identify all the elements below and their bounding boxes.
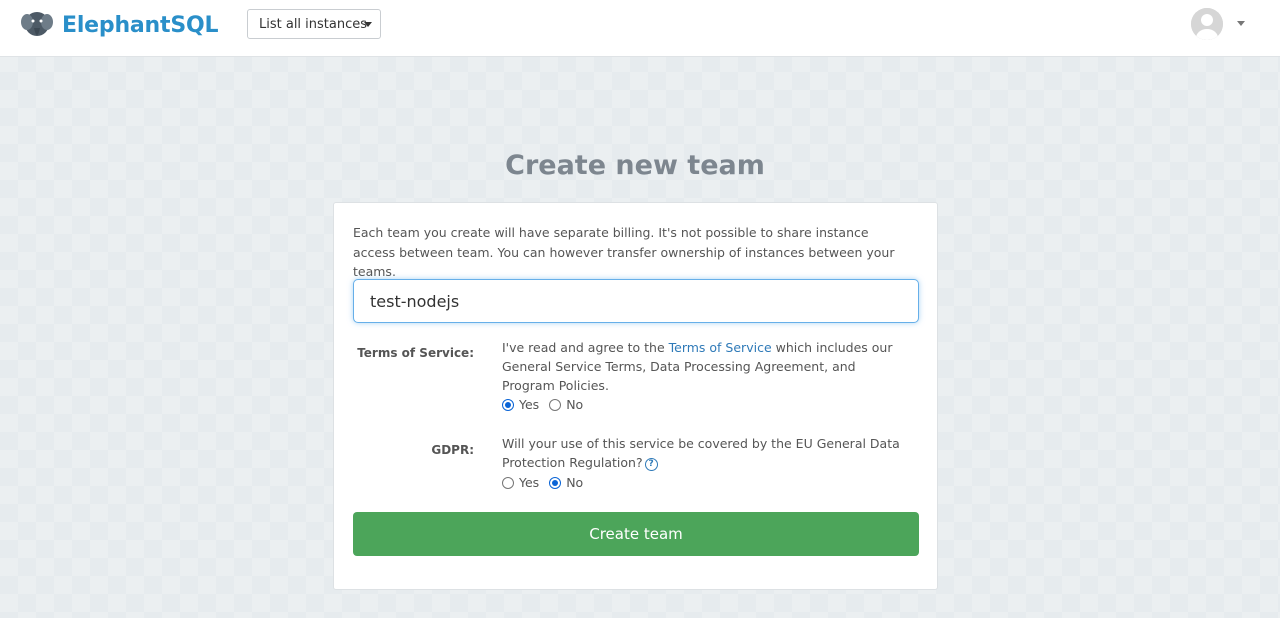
gdpr-text: Will your use of this service be covered… xyxy=(502,434,902,472)
list-instances-dropdown[interactable]: List all instances xyxy=(247,9,381,39)
gdpr-no-option[interactable]: No xyxy=(549,475,583,490)
tos-no-option[interactable]: No xyxy=(549,397,583,412)
brand-name: ElephantSQL xyxy=(62,12,219,38)
top-navbar: ElephantSQL List all instances xyxy=(0,0,1280,57)
gdpr-label: GDPR: xyxy=(431,443,474,457)
team-name-input[interactable] xyxy=(353,279,919,323)
tos-no-radio[interactable] xyxy=(549,398,562,411)
chevron-down-icon xyxy=(364,22,372,27)
brand-home-link[interactable]: ElephantSQL xyxy=(20,7,218,43)
list-instances-label: List all instances xyxy=(259,16,368,32)
gdpr-no-radio[interactable] xyxy=(549,476,562,489)
intro-text: Each team you create will have separate … xyxy=(353,225,895,279)
create-team-button[interactable]: Create team xyxy=(353,512,919,556)
tos-text-before: I've read and agree to the xyxy=(502,340,669,355)
gdpr-yes-radio[interactable] xyxy=(502,476,514,489)
tos-no-label: No xyxy=(566,397,584,412)
gdpr-yes-label: Yes xyxy=(519,475,540,490)
question-circle-icon[interactable]: ? xyxy=(644,458,658,471)
tos-radio-group: Yes No xyxy=(502,397,593,412)
user-avatar-icon[interactable] xyxy=(1191,8,1223,40)
gdpr-yes-option[interactable]: Yes xyxy=(502,475,539,490)
tos-yes-radio[interactable] xyxy=(502,398,514,411)
tos-text: I've read and agree to the Terms of Serv… xyxy=(502,338,902,395)
user-menu-chevron-icon[interactable] xyxy=(1237,21,1245,26)
gdpr-no-label: No xyxy=(566,475,584,490)
page-title: Create new team xyxy=(505,150,765,181)
create-team-card: Each team you create will have separate … xyxy=(333,202,938,590)
elephant-logo-icon xyxy=(21,12,53,36)
tos-label: Terms of Service: xyxy=(357,346,474,360)
tos-link[interactable]: Terms of Service xyxy=(669,340,772,355)
gdpr-radio-group: Yes No xyxy=(502,475,593,490)
tos-yes-option[interactable]: Yes xyxy=(502,397,539,412)
tos-yes-label: Yes xyxy=(519,397,540,412)
gdpr-question: Will your use of this service be covered… xyxy=(502,436,900,470)
